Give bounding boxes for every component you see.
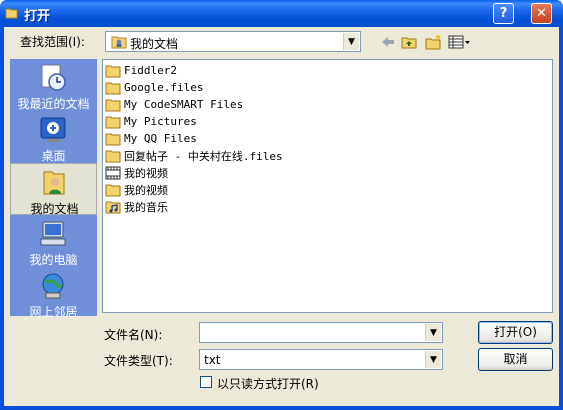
help-button[interactable]: ? — [493, 3, 514, 24]
places-item-my-computer[interactable]: 我的电脑 — [10, 215, 97, 267]
filetype-dropdown[interactable]: txt ▼ — [199, 349, 443, 370]
folder-icon — [105, 65, 121, 77]
folder-open-icon — [5, 8, 18, 19]
list-item[interactable]: 我的视频 — [105, 181, 168, 198]
file-name: My CodeSMART Files — [124, 98, 244, 111]
filetype-value: txt — [204, 353, 221, 367]
look-in-label: 查找范围(I): — [20, 35, 85, 49]
list-item[interactable]: 我的音乐 — [105, 198, 168, 215]
filetype-label: 文件类型(T): — [104, 354, 173, 368]
folder-icon — [105, 133, 121, 145]
music-folder-icon — [105, 201, 121, 213]
view-menu-icon[interactable] — [447, 33, 471, 51]
file-name: 回复帖子 - 中关村在线.files — [124, 149, 283, 163]
places-label: 桌面 — [41, 149, 66, 163]
list-item[interactable]: Fiddler2 — [105, 62, 177, 79]
recent-documents-icon — [41, 64, 66, 91]
cancel-button[interactable]: 取消 — [478, 348, 553, 371]
desktop-icon — [40, 117, 66, 142]
chevron-down-icon[interactable]: ▼ — [343, 33, 359, 50]
file-name: My Pictures — [124, 115, 197, 128]
window-title: 打开 — [24, 9, 51, 24]
readonly-checkbox[interactable] — [200, 376, 212, 388]
close-button[interactable]: ✕ — [531, 3, 552, 24]
my-computer-icon — [40, 221, 66, 246]
title-bar[interactable]: 打开 ? ✕ — [0, 0, 563, 27]
network-places-icon — [42, 273, 64, 299]
chevron-down-icon[interactable]: ▼ — [425, 351, 441, 368]
my-documents-icon — [111, 36, 127, 49]
my-documents-icon — [43, 171, 65, 195]
open-button[interactable]: 打开(O) — [478, 321, 553, 344]
places-label: 我最近的文档 — [17, 97, 90, 111]
folder-icon — [105, 99, 121, 111]
places-item-my-documents[interactable]: 我的文档 — [10, 163, 97, 216]
file-name: 我的视频 — [124, 183, 168, 197]
file-name: Google.files — [124, 81, 204, 94]
filename-label: 文件名(N): — [104, 328, 163, 342]
new-folder-icon[interactable] — [424, 33, 442, 51]
places-label: 我的电脑 — [29, 253, 78, 267]
back-arrow-icon[interactable] — [379, 33, 397, 51]
file-name: 我的视频 — [124, 166, 168, 180]
readonly-label[interactable]: 以只读方式打开(R) — [217, 375, 319, 392]
places-label: 网上邻居 — [29, 305, 78, 319]
open-dialog: 打开 ? ✕ 查找范围(I): 我的文档 ▼ 我最近的文档 桌面 我的文档 我的… — [0, 0, 563, 410]
file-list[interactable]: Fiddler2 Google.files My CodeSMART Files… — [102, 59, 553, 313]
look-in-value: 我的文档 — [130, 37, 179, 51]
up-folder-icon[interactable] — [400, 33, 418, 51]
folder-icon — [105, 82, 121, 94]
list-item[interactable]: My Pictures — [105, 113, 197, 130]
places-item-recent[interactable]: 我最近的文档 — [10, 59, 97, 111]
folder-icon — [105, 116, 121, 128]
file-name: My QQ Files — [124, 132, 197, 145]
list-item[interactable]: 我的视频 — [105, 164, 168, 181]
look-in-dropdown[interactable]: 我的文档 ▼ — [105, 31, 361, 52]
folder-icon — [105, 150, 121, 162]
filename-input[interactable]: ▼ — [199, 322, 443, 343]
places-item-network[interactable]: 网上邻居 — [10, 267, 97, 319]
chevron-down-icon[interactable]: ▼ — [425, 324, 441, 341]
places-bar: 我最近的文档 桌面 我的文档 我的电脑 网上邻居 — [10, 59, 97, 319]
file-name: 我的音乐 — [124, 200, 168, 214]
list-item[interactable]: 回复帖子 - 中关村在线.files — [105, 147, 283, 164]
video-folder-icon — [105, 166, 121, 179]
folder-icon — [105, 184, 121, 196]
list-item[interactable]: Google.files — [105, 79, 203, 96]
list-item[interactable]: My CodeSMART Files — [105, 96, 243, 113]
list-item[interactable]: My QQ Files — [105, 130, 197, 147]
file-name: Fiddler2 — [124, 64, 177, 77]
places-item-desktop[interactable]: 桌面 — [10, 111, 97, 163]
